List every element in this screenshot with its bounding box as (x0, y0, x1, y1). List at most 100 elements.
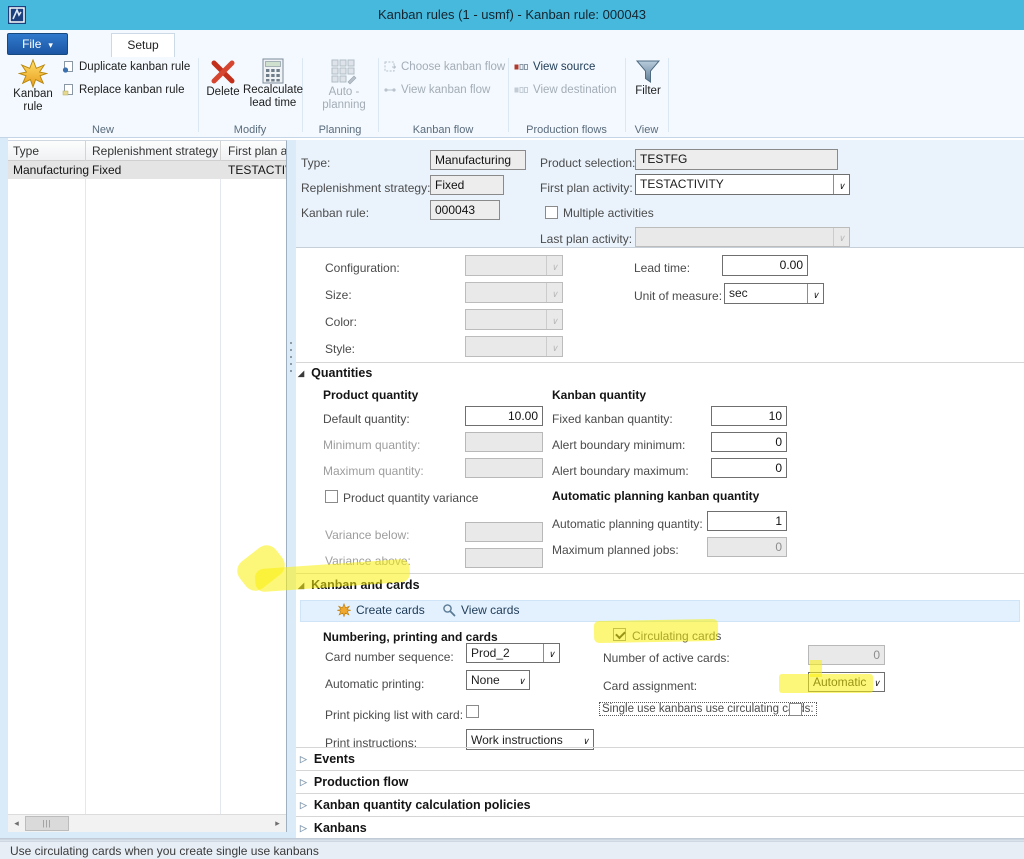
section-events-header[interactable]: Events (300, 752, 355, 766)
section-divider (296, 816, 1024, 817)
card-assignment-value: Automatic (813, 675, 866, 689)
filter-funnel-icon (635, 58, 661, 85)
product-quantity-variance-checkbox[interactable] (325, 490, 338, 503)
configuration-combo (465, 255, 563, 276)
card-number-sequence-value: Prod_2 (467, 644, 543, 662)
file-menu-button[interactable]: File (7, 33, 68, 55)
ribbon: File Setup Kanban rule Duplicate kanban … (0, 30, 1024, 138)
variance-above-field (465, 548, 543, 568)
style-value (466, 337, 546, 356)
create-cards-star-icon (337, 603, 351, 617)
collapse-triangle-icon (298, 369, 304, 378)
dropdown-arrow-icon (546, 310, 562, 329)
grid-column-replenishment-strategy[interactable]: Replenishment strategy (92, 144, 218, 158)
replenishment-strategy-label: Replenishment strategy: (301, 181, 430, 195)
delete-button[interactable]: Delete (202, 58, 244, 99)
card-assignment-select[interactable]: Automatic (808, 672, 885, 692)
section-divider (296, 362, 1024, 363)
table-row[interactable]: Manufacturing Fixed TESTACTIVIT (8, 161, 287, 179)
minimum-quantity-field (465, 432, 543, 452)
replenishment-strategy-field: Fixed (430, 175, 504, 195)
view-cards-label: View cards (461, 603, 519, 617)
automatic-printing-select[interactable]: None (466, 670, 530, 690)
number-of-active-cards-field: 0 (808, 645, 885, 665)
calculator-icon (262, 58, 284, 84)
print-picking-list-checkbox[interactable] (466, 705, 479, 718)
section-quantities-header[interactable]: Quantities (298, 366, 372, 380)
card-number-sequence-combo[interactable]: Prod_2 (466, 643, 560, 663)
first-plan-activity-value: TESTACTIVITY (636, 175, 833, 194)
kanban-rule-button[interactable]: Kanban rule (8, 58, 58, 114)
filter-button[interactable]: Filter (629, 58, 667, 98)
fixed-kanban-quantity-field[interactable]: 10 (711, 406, 787, 426)
first-plan-activity-combo[interactable]: TESTACTIVITY (635, 174, 850, 195)
ribbon-group-production-flows: Production flows (508, 124, 625, 136)
unit-of-measure-combo[interactable]: sec (724, 283, 824, 304)
flow-nodes-gray-icon (514, 86, 528, 94)
print-instructions-value: Work instructions (471, 733, 563, 747)
grid-column-type[interactable]: Type (13, 144, 39, 158)
starburst-icon (18, 58, 48, 88)
ribbon-group-modify: Modify (198, 124, 302, 136)
lead-time-field[interactable]: 0.00 (722, 255, 808, 276)
size-combo (465, 282, 563, 303)
splitter-grip-icon (290, 342, 292, 344)
create-cards-button[interactable]: Create cards (337, 603, 425, 617)
single-use-kanbans-checkbox[interactable] (789, 703, 802, 716)
maximum-planned-jobs-field: 0 (707, 537, 787, 557)
cell-strategy: Fixed (92, 163, 121, 177)
tab-setup[interactable]: Setup (111, 33, 175, 57)
automatic-planning-quantity-field[interactable]: 1 (707, 511, 787, 531)
default-quantity-field[interactable]: 10.00 (465, 406, 543, 426)
panel-splitter[interactable] (287, 140, 296, 832)
recalculate-lead-time-button[interactable]: Recalculate lead time (246, 58, 300, 110)
section-production-flow-header[interactable]: Production flow (300, 775, 408, 789)
section-kanbans-header[interactable]: Kanbans (300, 821, 367, 835)
status-help-text: Use circulating cards when you create si… (10, 844, 319, 858)
auto-planning-icon (330, 58, 358, 86)
dropdown-arrow-icon[interactable] (543, 644, 559, 662)
ribbon-separator (198, 58, 199, 132)
dropdown-arrow-icon[interactable] (833, 175, 849, 194)
alert-boundary-minimum-field[interactable]: 0 (711, 432, 787, 452)
expand-triangle-icon (300, 823, 307, 834)
single-use-kanbans-label[interactable]: Single use kanbans use circulating cards… (599, 702, 817, 716)
scroll-left-button[interactable] (8, 815, 25, 832)
cell-type: Manufacturing (13, 163, 89, 177)
horizontal-scrollbar[interactable] (8, 814, 286, 832)
view-source-label: View source (533, 61, 595, 73)
automatic-printing-label: Automatic printing: (325, 677, 424, 691)
product-selection-field: TESTFG (635, 149, 838, 170)
view-cards-button[interactable]: View cards (442, 603, 519, 617)
multiple-activities-label: Multiple activities (563, 206, 654, 220)
section-kanban-and-cards-header[interactable]: Kanban and cards (298, 578, 420, 592)
dropdown-arrow-icon (582, 733, 589, 747)
circulating-cards-label: Circulating cards (632, 629, 721, 643)
ribbon-separator (508, 58, 509, 132)
kanban-rule-form: Type: Manufacturing Replenishment strate… (296, 140, 1024, 838)
section-divider (296, 770, 1024, 771)
grid-column-first-plan-activity[interactable]: First plan ac (228, 144, 287, 158)
size-label: Size: (325, 288, 352, 302)
dropdown-arrow-icon[interactable] (807, 284, 823, 303)
view-source-button[interactable]: View source (514, 61, 595, 73)
first-plan-activity-label: First plan activity: (540, 181, 633, 195)
production-flow-title: Production flow (314, 775, 408, 789)
alert-boundary-maximum-field[interactable]: 0 (711, 458, 787, 478)
dropdown-arrow-icon (833, 228, 849, 246)
replace-kanban-rule-label: Replace kanban rule (79, 84, 185, 96)
view-kanban-flow-label: View kanban flow (401, 84, 490, 96)
last-plan-activity-label: Last plan activity: (540, 232, 632, 246)
section-kanban-quantity-policies-header[interactable]: Kanban quantity calculation policies (300, 798, 531, 812)
fixed-kanban-quantity-label: Fixed kanban quantity: (552, 412, 673, 426)
circulating-cards-checkbox[interactable] (613, 628, 626, 641)
unit-of-measure-value: sec (725, 284, 807, 303)
auto-planning-label: Auto - planning (316, 86, 372, 112)
scroll-right-button[interactable] (269, 815, 286, 832)
multiple-activities-checkbox[interactable] (545, 206, 558, 219)
grid-column-line (220, 141, 221, 814)
duplicate-kanban-rule-button[interactable]: Duplicate kanban rule (62, 61, 190, 73)
ribbon-separator (668, 58, 669, 132)
scrollbar-thumb[interactable] (25, 816, 69, 831)
replace-kanban-rule-button[interactable]: Replace kanban rule (62, 84, 185, 96)
